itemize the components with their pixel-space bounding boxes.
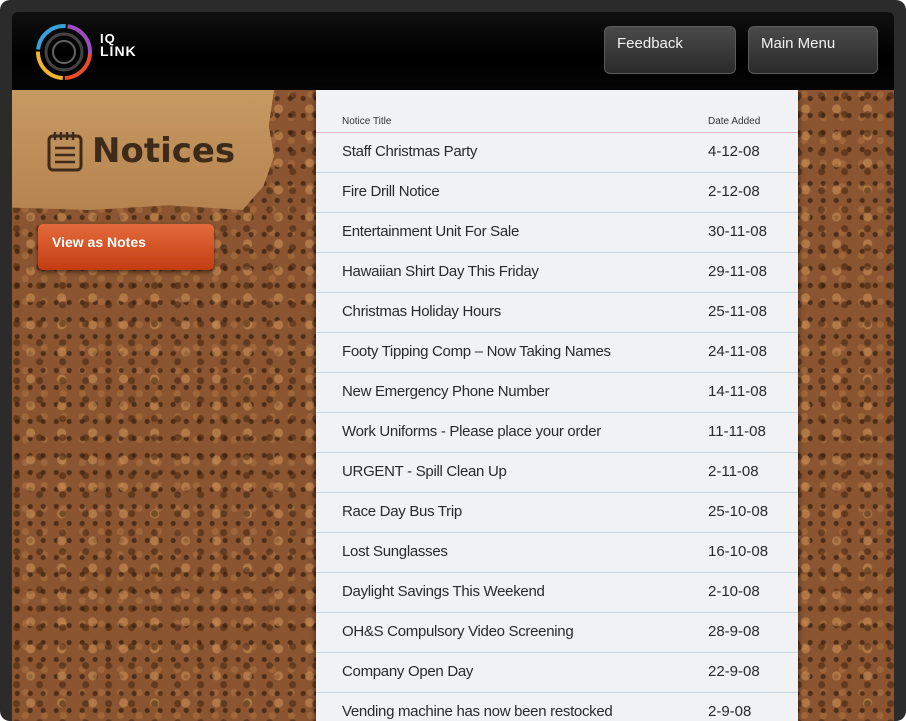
view-as-notes-label: View as Notes bbox=[52, 234, 146, 250]
notice-title-cell: Entertainment Unit For Sale bbox=[342, 223, 519, 240]
notice-title-cell: Footy Tipping Comp – Now Taking Names bbox=[342, 343, 611, 360]
table-row[interactable]: Christmas Holiday Hours 25-11-08 bbox=[316, 292, 798, 333]
table-row[interactable]: Entertainment Unit For Sale 30-11-08 bbox=[316, 212, 798, 253]
notice-list-panel: Notice Title Date Added Staff Christmas … bbox=[316, 90, 798, 721]
table-row[interactable]: Daylight Savings This Weekend 2-10-08 bbox=[316, 572, 798, 613]
table-header: Notice Title Date Added bbox=[316, 90, 798, 133]
date-added-cell: 2-10-08 bbox=[708, 583, 760, 600]
date-added-cell: 29-11-08 bbox=[708, 263, 767, 280]
date-added-cell: 25-11-08 bbox=[708, 303, 767, 320]
date-added-cell: 11-11-08 bbox=[708, 423, 766, 440]
column-header-title: Notice Title bbox=[342, 116, 392, 127]
notice-title-cell: Company Open Day bbox=[342, 663, 474, 680]
table-row[interactable]: OH&S Compulsory Video Screening 28-9-08 bbox=[316, 612, 798, 653]
date-added-cell: 30-11-08 bbox=[708, 223, 767, 240]
main-menu-button[interactable]: Main Menu bbox=[748, 26, 878, 74]
device-frame: IQ LINK Feedback Main Menu Notices View … bbox=[0, 0, 906, 721]
table-row[interactable]: Footy Tipping Comp – Now Taking Names 24-… bbox=[316, 332, 798, 373]
notice-title-cell: Lost Sunglasses bbox=[342, 543, 448, 560]
top-bar: IQ LINK Feedback Main Menu bbox=[12, 12, 894, 90]
notice-title-cell: OH&S Compulsory Video Screening bbox=[342, 623, 574, 640]
date-added-cell: 4-12-08 bbox=[708, 143, 760, 160]
table-row[interactable]: Lost Sunglasses 16-10-08 bbox=[316, 532, 798, 573]
notice-title-cell: Vending machine has now been restocked bbox=[342, 703, 613, 720]
page-title: Notices bbox=[46, 130, 235, 172]
date-added-cell: 2-11-08 bbox=[708, 463, 759, 480]
date-added-cell: 22-9-08 bbox=[708, 663, 760, 680]
notepad-icon bbox=[47, 132, 83, 172]
view-as-notes-button[interactable]: View as Notes bbox=[38, 224, 214, 270]
notice-title-cell: Work Uniforms - Please place your order bbox=[342, 423, 601, 440]
logo-wordmark: IQ LINK bbox=[100, 32, 137, 58]
notice-title-cell: Fire Drill Notice bbox=[342, 183, 440, 200]
date-added-cell: 28-9-08 bbox=[708, 623, 760, 640]
app-screen: IQ LINK Feedback Main Menu Notices View … bbox=[12, 12, 894, 721]
table-row[interactable]: Race Day Bus Trip 25-10-08 bbox=[316, 492, 798, 533]
notice-title-cell: URGENT - Spill Clean Up bbox=[342, 463, 507, 480]
notice-title-cell: Daylight Savings This Weekend bbox=[342, 583, 545, 600]
table-row[interactable]: Work Uniforms - Please place your order 1… bbox=[316, 412, 798, 453]
notice-title-cell: Hawaiian Shirt Day This Friday bbox=[342, 263, 539, 280]
table-row[interactable]: Hawaiian Shirt Day This Friday 29-11-08 bbox=[316, 252, 798, 293]
notice-title-cell: Race Day Bus Trip bbox=[342, 503, 462, 520]
table-row[interactable]: Staff Christmas Party 4-12-08 bbox=[316, 132, 798, 173]
notice-title-cell: New Emergency Phone Number bbox=[342, 383, 550, 400]
iq-link-logo-icon bbox=[36, 24, 92, 80]
date-added-cell: 16-10-08 bbox=[708, 543, 769, 560]
notice-title-cell: Christmas Holiday Hours bbox=[342, 303, 501, 320]
table-row[interactable]: Vending machine has now been restocked 2-… bbox=[316, 692, 798, 721]
logo-link: LINK bbox=[100, 43, 137, 59]
column-header-date: Date Added bbox=[708, 116, 761, 127]
table-row[interactable]: Fire Drill Notice 2-12-08 bbox=[316, 172, 798, 213]
date-added-cell: 2-9-08 bbox=[708, 703, 752, 720]
date-added-cell: 25-10-08 bbox=[708, 503, 769, 520]
feedback-label: Feedback bbox=[617, 35, 683, 52]
notices-heading: Notices bbox=[92, 131, 236, 171]
main-menu-label: Main Menu bbox=[761, 35, 836, 52]
notice-title-cell: Staff Christmas Party bbox=[342, 143, 478, 160]
feedback-button[interactable]: Feedback bbox=[604, 26, 736, 74]
date-added-cell: 2-12-08 bbox=[708, 183, 760, 200]
table-row[interactable]: Company Open Day 22-9-08 bbox=[316, 652, 798, 693]
date-added-cell: 14-11-08 bbox=[708, 383, 767, 400]
table-row[interactable]: New Emergency Phone Number 14-11-08 bbox=[316, 372, 798, 413]
date-added-cell: 24-11-08 bbox=[708, 343, 767, 360]
table-row[interactable]: URGENT - Spill Clean Up 2-11-08 bbox=[316, 452, 798, 493]
